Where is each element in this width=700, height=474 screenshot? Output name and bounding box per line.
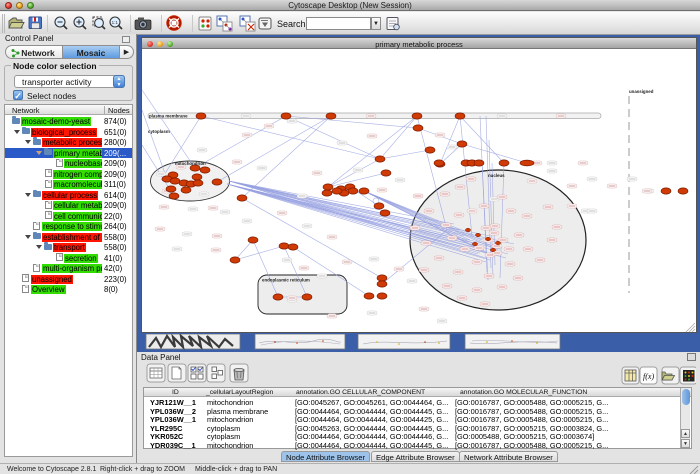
svg-text:nucleus: nucleus bbox=[488, 173, 505, 178]
svg-text:cytoplasm: cytoplasm bbox=[148, 129, 170, 134]
svg-text:unassigned: unassigned bbox=[629, 89, 654, 94]
svg-text:1:1: 1:1 bbox=[112, 20, 119, 25]
svg-text:plasma membrane: plasma membrane bbox=[149, 113, 188, 118]
svg-text:endoplasmic reticulum: endoplasmic reticulum bbox=[262, 278, 310, 283]
svg-text:mitochondrion: mitochondrion bbox=[175, 161, 206, 166]
svg-text:f(x): f(x) bbox=[643, 372, 654, 381]
